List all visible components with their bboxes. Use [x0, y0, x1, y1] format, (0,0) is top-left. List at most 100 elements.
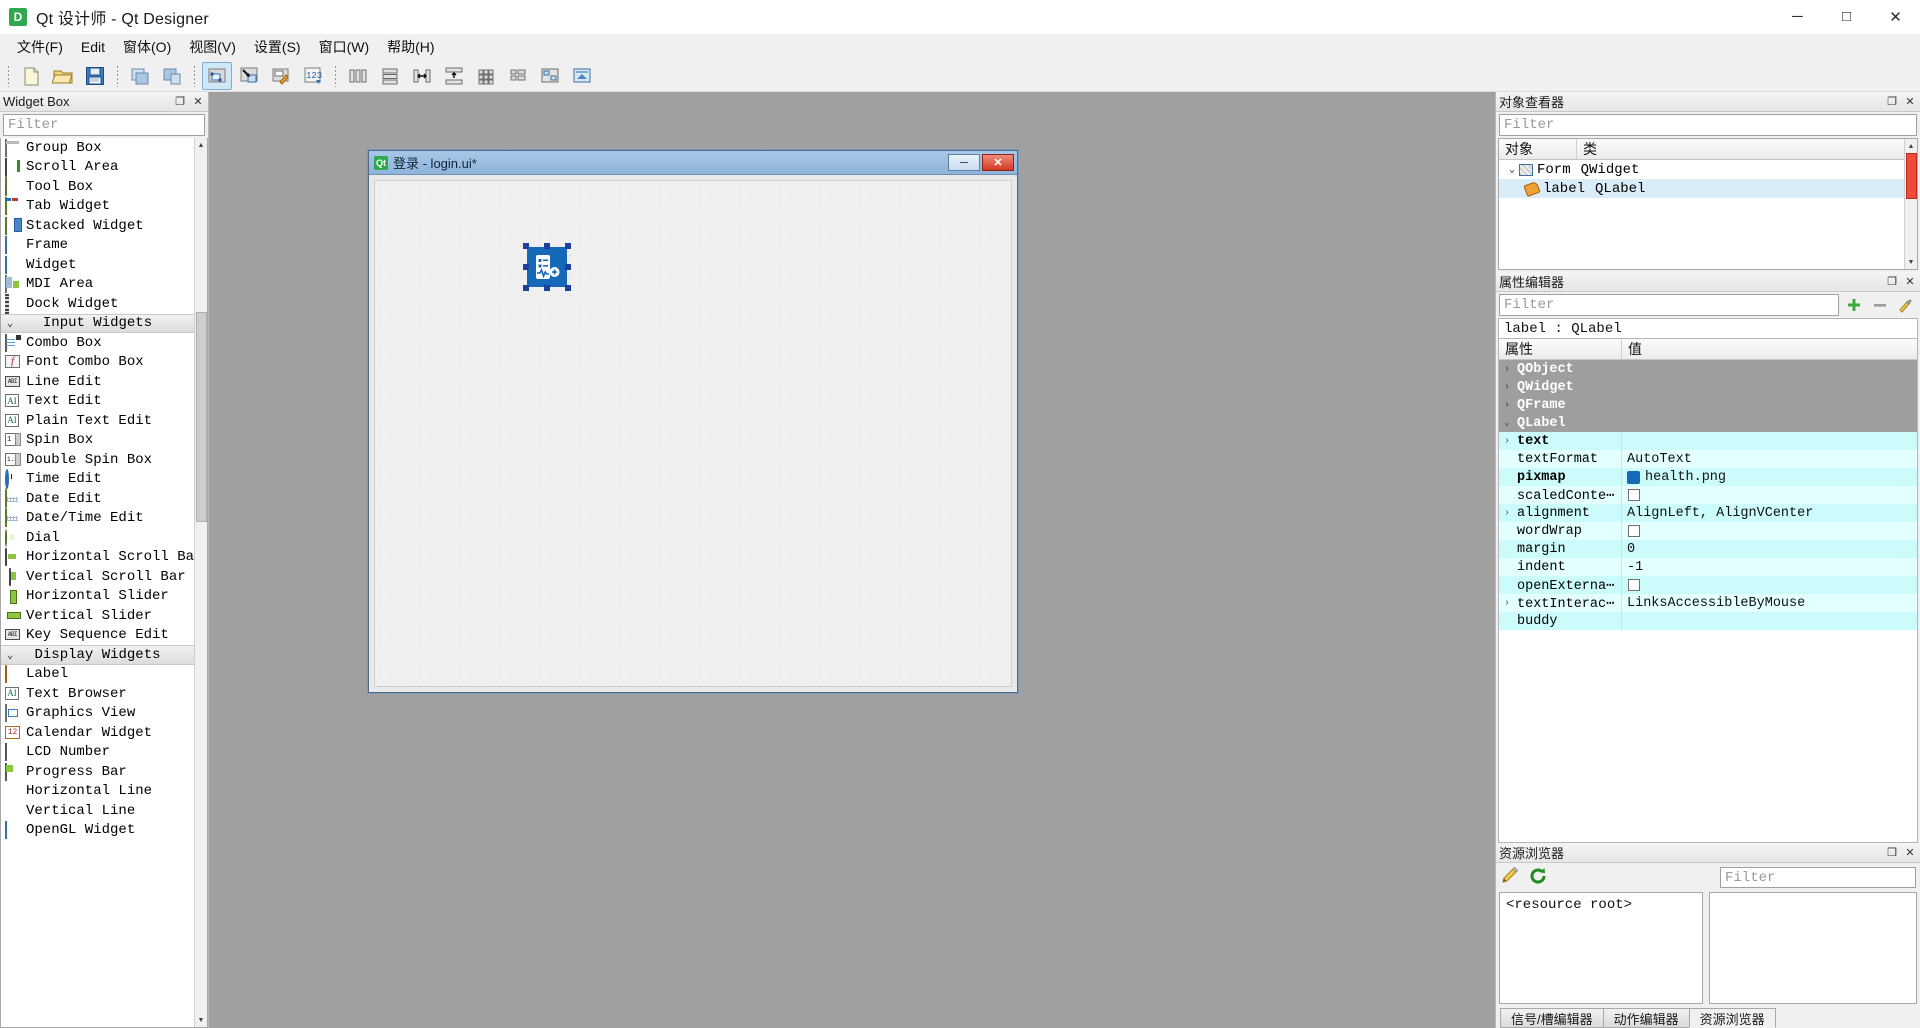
widget-item-key-sequence-edit[interactable]: ABI Key Sequence Edit — [1, 626, 194, 646]
tab-action-editor[interactable]: 动作编辑器 — [1602, 1008, 1690, 1028]
widget-box-filter-input[interactable]: Filter — [3, 114, 205, 136]
scrollbar-track[interactable] — [194, 152, 207, 1013]
adjust-size-icon[interactable] — [567, 62, 597, 90]
widget-item-tab-widget[interactable]: Tab Widget — [1, 197, 194, 217]
scrollbar-thumb[interactable] — [1905, 153, 1917, 199]
menu-form[interactable]: 窗体(O) — [114, 34, 180, 60]
resource-browser-filter-input[interactable]: Filter — [1720, 867, 1916, 888]
object-inspector-float-button[interactable]: ❐ — [1884, 94, 1900, 110]
object-inspector-row-form[interactable]: ⌄ Form QWidget — [1499, 160, 1917, 179]
widget-item-horizontal-slider[interactable]: Horizontal Slider — [1, 587, 194, 607]
property-row-wordwrap[interactable]: wordWrap — [1499, 522, 1917, 540]
chevron-right-icon[interactable]: › — [1499, 400, 1515, 411]
resource-browser-close-button[interactable]: ✕ — [1902, 845, 1918, 861]
toolbar-handle-3[interactable] — [193, 64, 196, 87]
property-row-scaledcontents[interactable]: scaledConte⋯ — [1499, 486, 1917, 504]
scroll-up-arrow-icon[interactable]: ▲ — [194, 138, 207, 152]
scrollbar-track[interactable] — [1904, 153, 1917, 255]
widget-item-text-browser[interactable]: AI Text Browser — [1, 684, 194, 704]
widget-item-frame[interactable]: Frame — [1, 236, 194, 256]
widget-category-input-widgets[interactable]: ⌄ Input Widgets — [1, 313, 194, 333]
property-value[interactable]: LinksAccessibleByMouse — [1622, 594, 1917, 612]
scaledcontents-checkbox[interactable] — [1628, 489, 1640, 501]
selected-label-widget[interactable] — [523, 243, 571, 291]
scrollbar-thumb[interactable] — [195, 312, 207, 522]
object-inspector-row-label[interactable]: label QLabel — [1499, 179, 1917, 198]
add-property-button[interactable] — [1843, 294, 1865, 316]
reload-icon[interactable] — [1528, 866, 1548, 889]
edit-widgets-mode-icon[interactable] — [202, 61, 232, 90]
layout-vertically-icon[interactable] — [375, 62, 405, 90]
widget-item-group-box[interactable]: Group Box — [1, 138, 194, 158]
resource-preview-pane[interactable] — [1709, 892, 1917, 1004]
toolbar-handle-4[interactable] — [334, 64, 337, 87]
widget-item-scroll-area[interactable]: Scroll Area — [1, 158, 194, 178]
wordwrap-checkbox[interactable] — [1628, 525, 1640, 537]
property-group-qlabel[interactable]: ⌄ QLabel — [1499, 414, 1917, 432]
widget-box-scrollbar[interactable]: ▲ ▼ — [194, 138, 207, 1027]
property-group-qwidget[interactable]: › QWidget — [1499, 378, 1917, 396]
tab-resource-browser[interactable]: 资源浏览器 — [1688, 1008, 1776, 1028]
resource-tree[interactable]: <resource root> — [1499, 892, 1703, 1004]
chevron-right-icon[interactable]: › — [1499, 436, 1515, 447]
form-canvas[interactable] — [374, 180, 1012, 687]
widget-item-date-edit[interactable]: Date Edit — [1, 487, 194, 509]
layout-grid-icon[interactable] — [471, 62, 501, 90]
widget-item-horizontal-scroll-bar[interactable]: Horizontal Scroll Bar — [1, 548, 194, 568]
widget-item-opengl-widget[interactable]: OpenGL Widget — [1, 821, 194, 841]
layout-form-icon[interactable] — [503, 62, 533, 90]
menu-edit[interactable]: Edit — [72, 36, 114, 58]
widget-item-double-spin-box[interactable]: 1.2 Double Spin Box — [1, 450, 194, 470]
form-minimize-button[interactable]: ─ — [948, 154, 980, 171]
property-value[interactable] — [1622, 432, 1917, 450]
property-value[interactable]: 0 — [1622, 540, 1917, 558]
edit-tab-order-mode-icon[interactable]: 123 — [298, 62, 328, 90]
menu-settings[interactable]: 设置(S) — [245, 34, 310, 60]
object-inspector-tree[interactable]: 对象 类 ⌄ Form QWidget label QLabel ▲ ▼ — [1498, 138, 1918, 270]
property-row-margin[interactable]: margin 0 — [1499, 540, 1917, 558]
property-row-openexternallinks[interactable]: openExterna⋯ — [1499, 576, 1917, 594]
form-close-button[interactable]: ✕ — [982, 154, 1014, 171]
chevron-right-icon[interactable]: › — [1499, 364, 1515, 375]
widget-category-display-widgets[interactable]: ⌄ Display Widgets — [1, 645, 194, 665]
redo-icon[interactable] — [157, 62, 187, 90]
chevron-down-icon[interactable]: ⌄ — [1505, 164, 1519, 176]
toolbar-handle-2[interactable] — [116, 64, 119, 87]
object-inspector-filter-input[interactable]: Filter — [1499, 114, 1917, 136]
edit-signals-slots-mode-icon[interactable] — [234, 62, 264, 90]
pencil-edit-icon[interactable] — [1500, 866, 1520, 889]
save-form-icon[interactable] — [80, 62, 110, 90]
form-title-bar[interactable]: Qt 登录 - login.ui* ─ ✕ — [369, 151, 1017, 175]
break-layout-icon[interactable] — [535, 62, 565, 90]
widget-item-time-edit[interactable]: Time Edit — [1, 469, 194, 490]
menu-help[interactable]: 帮助(H) — [378, 34, 443, 60]
widget-item-vertical-scroll-bar[interactable]: Vertical Scroll Bar — [1, 567, 194, 587]
edit-buddies-mode-icon[interactable] — [266, 62, 296, 90]
chevron-right-icon[interactable]: › — [1499, 382, 1515, 393]
property-row-alignment[interactable]: › alignment AlignLeft, AlignVCenter — [1499, 504, 1917, 522]
property-editor-table[interactable]: 属性 值 › QObject › QWidget › QFrame ⌄ QLab… — [1498, 338, 1918, 843]
widget-item-combo-box[interactable]: Combo Box — [1, 333, 194, 353]
remove-property-button[interactable] — [1869, 294, 1891, 316]
widget-item-calendar-widget[interactable]: 12 Calendar Widget — [1, 723, 194, 743]
object-inspector-scrollbar[interactable]: ▲ ▼ — [1904, 139, 1917, 269]
widget-item-horizontal-line[interactable]: Horizontal Line — [1, 782, 194, 802]
widget-item-stacked-widget[interactable]: Stacked Widget — [1, 216, 194, 236]
menu-view[interactable]: 视图(V) — [180, 34, 245, 60]
widget-item-spin-box[interactable]: 1 Spin Box — [1, 431, 194, 451]
property-value[interactable]: AutoText — [1622, 450, 1917, 468]
chevron-right-icon[interactable]: › — [1499, 508, 1515, 519]
widget-item-mdi-area[interactable]: MDI Area — [1, 275, 194, 295]
menu-file[interactable]: 文件(F) — [8, 34, 72, 60]
configure-icon[interactable] — [1895, 294, 1917, 316]
widget-item-lcd-number[interactable]: LCD Number — [1, 743, 194, 763]
toolbar-handle-1[interactable] — [7, 64, 10, 87]
chevron-right-icon[interactable]: › — [1499, 598, 1515, 609]
menu-window[interactable]: 窗口(W) — [310, 34, 379, 60]
property-row-text[interactable]: › text — [1499, 432, 1917, 450]
property-row-textinteractionflags[interactable]: › textInterac⋯ LinksAccessibleByMouse — [1499, 594, 1917, 612]
property-row-indent[interactable]: indent -1 — [1499, 558, 1917, 576]
layout-splitter-vertical-icon[interactable] — [439, 62, 469, 90]
widget-item-graphics-view[interactable]: Graphics View — [1, 704, 194, 724]
open-form-icon[interactable] — [48, 62, 78, 90]
